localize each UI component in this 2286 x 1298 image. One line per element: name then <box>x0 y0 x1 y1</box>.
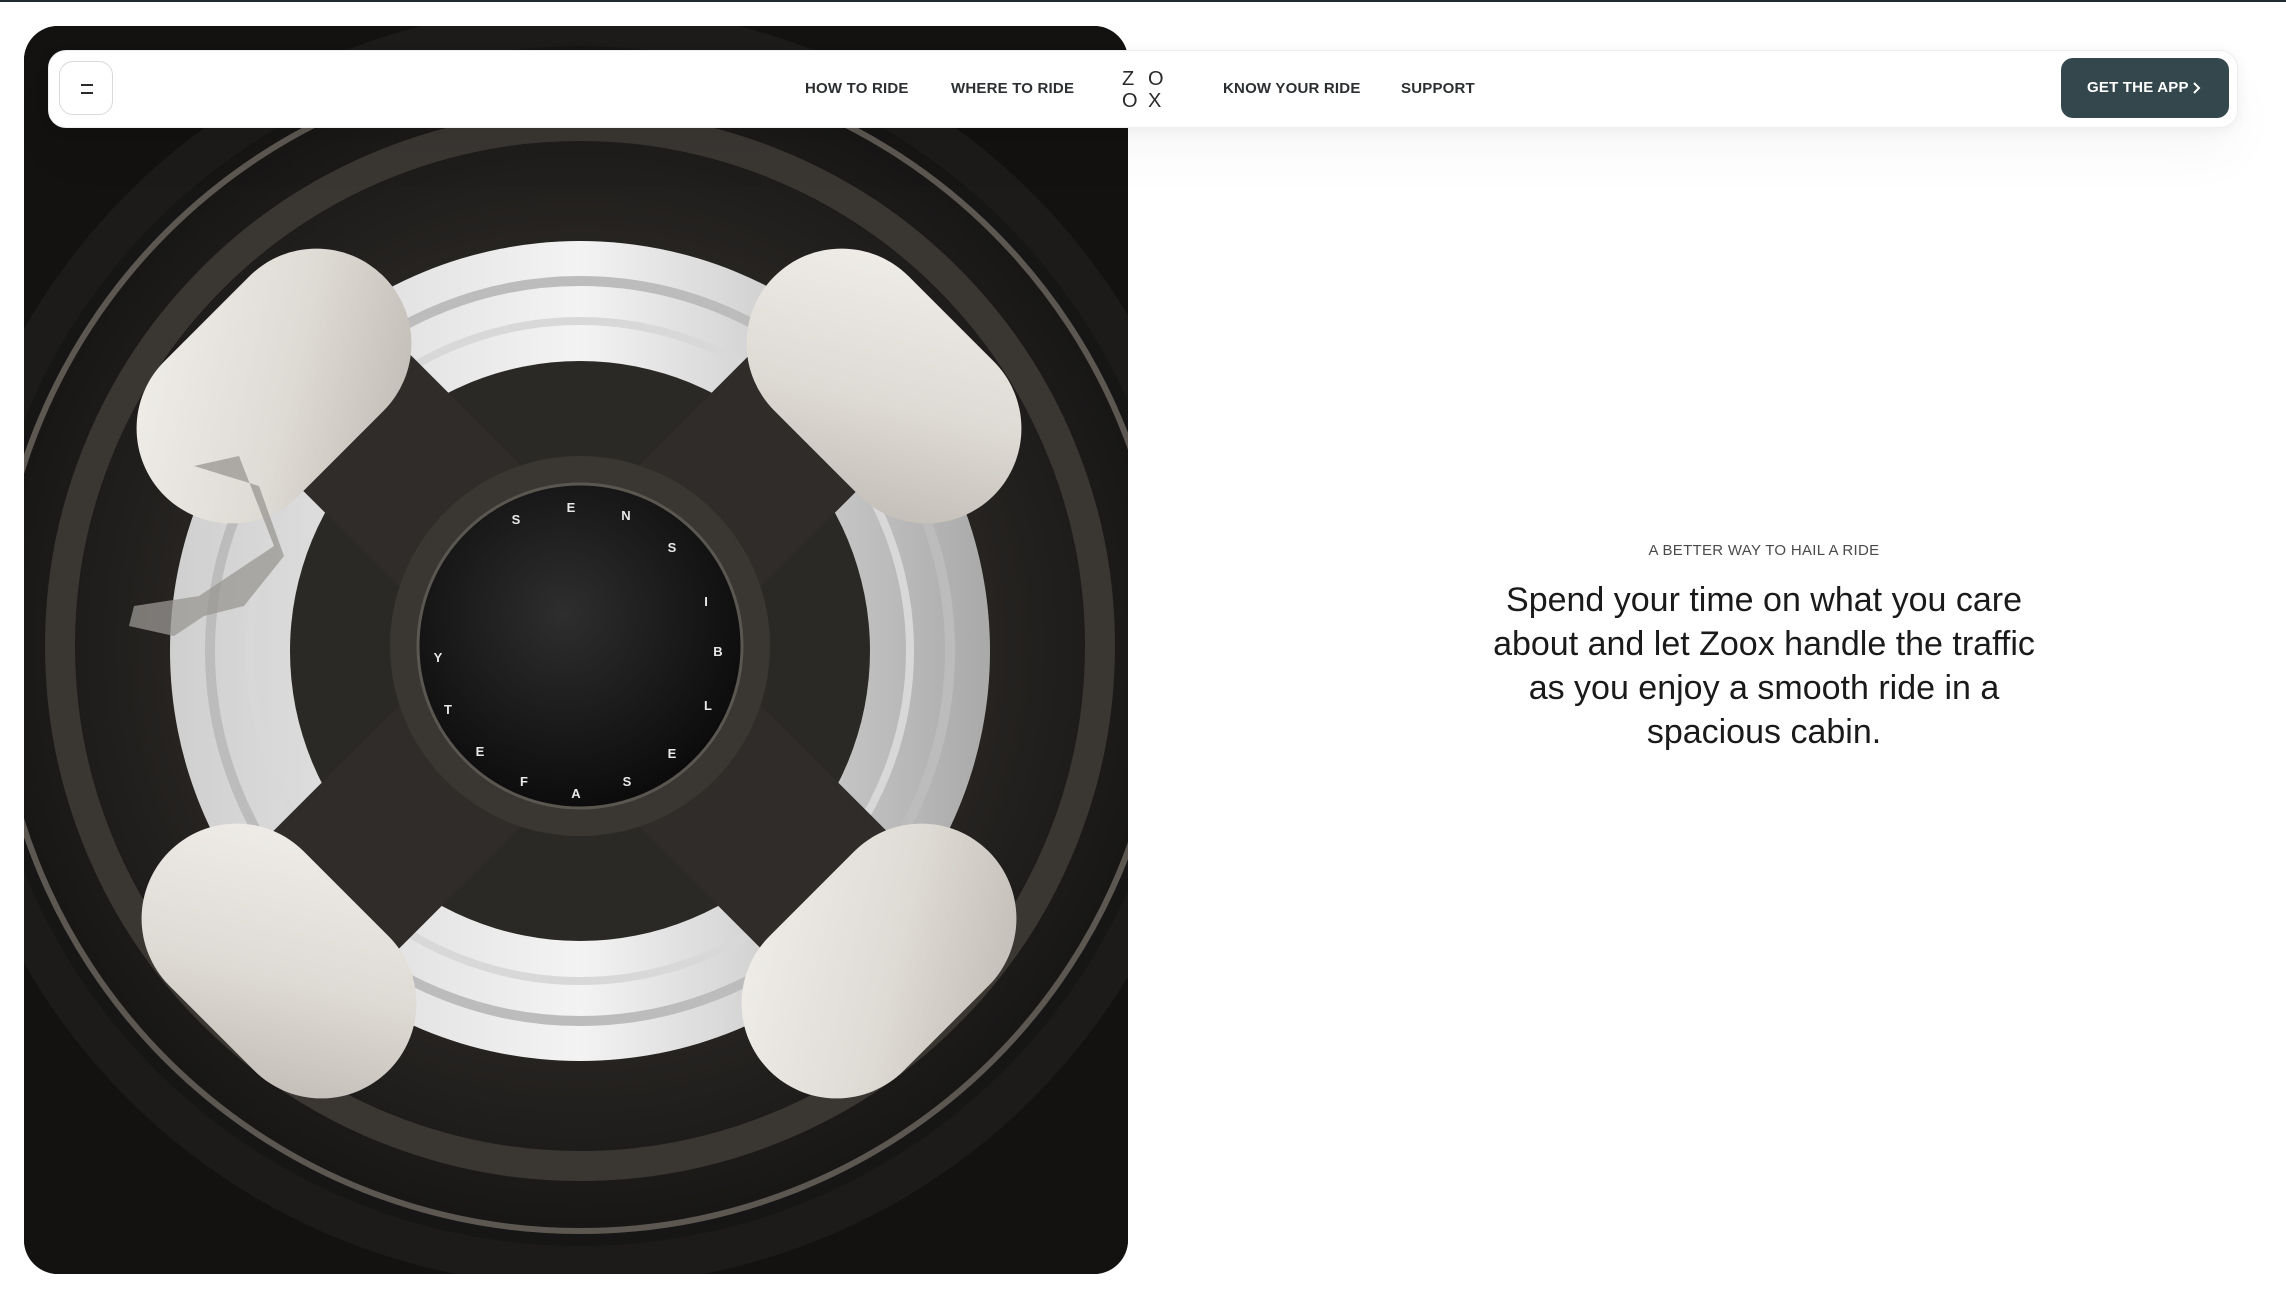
svg-text:F: F <box>520 774 528 789</box>
get-the-app-label: GET THE APP <box>2087 79 2189 96</box>
svg-text:S: S <box>668 540 677 555</box>
menu-icon <box>81 84 93 86</box>
svg-text:S: S <box>512 512 521 527</box>
headline-line: Spend your time on what you care <box>1506 581 2022 619</box>
logo-letter-o: O <box>1148 68 1164 90</box>
nav-link-support[interactable]: SUPPORT <box>1401 80 1475 97</box>
svg-text:B: B <box>713 644 722 659</box>
page: S E N S I B L E S A F E T Y HOW TO RIDE … <box>0 0 2286 1298</box>
headline-line: about and let Zoox handle the traffic <box>1493 625 2035 663</box>
svg-text:N: N <box>621 508 630 523</box>
svg-text:Y: Y <box>434 650 443 665</box>
chevron-right-icon <box>2193 82 2201 94</box>
section-eyebrow: A BETTER WAY TO HAIL A RIDE <box>1648 542 1880 559</box>
svg-text:E: E <box>567 500 576 515</box>
nav-link-where-to-ride[interactable]: WHERE TO RIDE <box>951 80 1074 97</box>
svg-text:E: E <box>476 744 485 759</box>
logo-letter-o2: O <box>1122 90 1138 111</box>
menu-icon-line <box>81 92 93 94</box>
nav-link-how-to-ride[interactable]: HOW TO RIDE <box>805 80 909 97</box>
headline-line: spacious cabin. <box>1646 713 1882 751</box>
top-strip <box>0 0 2286 2</box>
svg-text:E: E <box>668 746 677 761</box>
wheel-illustration: S E N S I B L E S A F E T Y <box>24 26 1128 1274</box>
svg-text:L: L <box>704 698 712 713</box>
get-the-app-button[interactable]: GET THE APP <box>2061 58 2229 118</box>
hero-image: S E N S I B L E S A F E T Y <box>24 26 1128 1274</box>
zoox-logo[interactable]: Z O O X <box>1120 67 1170 111</box>
section-headline: Spend your time on what you care about a… <box>1470 578 2058 754</box>
logo-letter-x: X <box>1148 90 1161 111</box>
top-navbar: HOW TO RIDE WHERE TO RIDE Z O O X KNOW Y… <box>48 50 2238 128</box>
svg-text:I: I <box>704 594 708 609</box>
menu-button[interactable] <box>59 61 113 115</box>
nav-link-know-your-ride[interactable]: KNOW YOUR RIDE <box>1223 80 1361 97</box>
svg-text:S: S <box>623 774 632 789</box>
svg-text:T: T <box>444 702 452 717</box>
svg-text:A: A <box>571 786 581 801</box>
logo-letter-z: Z <box>1122 68 1134 90</box>
headline-line: as you enjoy a smooth ride in a <box>1528 669 2000 707</box>
